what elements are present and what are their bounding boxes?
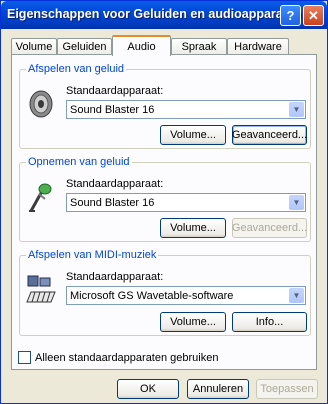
help-button[interactable]: ? bbox=[280, 5, 301, 26]
apply-button: Toepassen bbox=[256, 379, 318, 399]
close-button[interactable]: ✕ bbox=[303, 5, 324, 26]
recording-volume-button[interactable]: Volume... bbox=[160, 218, 226, 238]
ok-button[interactable]: OK bbox=[117, 379, 179, 399]
sound-properties-dialog: Eigenschappen voor Geluiden en audioappa… bbox=[0, 0, 328, 404]
tab-spraak[interactable]: Spraak bbox=[171, 38, 227, 55]
recording-device-select[interactable]: Sound Blaster 16 ▼ bbox=[66, 193, 306, 212]
midi-group-title: Afspelen van MIDI-muziek bbox=[26, 249, 159, 261]
recording-device-value: Sound Blaster 16 bbox=[70, 196, 155, 209]
tab-geluiden[interactable]: Geluiden bbox=[57, 38, 112, 55]
tab-volume[interactable]: Volume bbox=[11, 38, 57, 55]
tab-audio[interactable]: Audio bbox=[112, 35, 171, 56]
midi-volume-button[interactable]: Volume... bbox=[160, 312, 226, 332]
playback-group: Afspelen van geluid Standaardapparaat: S… bbox=[19, 63, 311, 149]
playback-device-select[interactable]: Sound Blaster 16 ▼ bbox=[66, 100, 306, 119]
title-bar[interactable]: Eigenschappen voor Geluiden en audioappa… bbox=[1, 1, 327, 29]
microphone-icon bbox=[29, 183, 52, 212]
chevron-down-icon[interactable]: ▼ bbox=[289, 288, 304, 303]
playback-volume-button[interactable]: Volume... bbox=[160, 125, 226, 145]
chevron-down-icon[interactable]: ▼ bbox=[289, 195, 304, 210]
window-title: Eigenschappen voor Geluiden en audioappa… bbox=[7, 7, 302, 21]
default-devices-only-label: Alleen standaardapparaten gebruiken bbox=[35, 351, 219, 364]
midi-keyboard-icon bbox=[26, 275, 56, 303]
recording-group: Opnemen van geluid Standaardapparaat: So… bbox=[19, 156, 311, 242]
midi-info-button[interactable]: Info... bbox=[232, 312, 307, 332]
recording-device-label: Standaardapparaat: bbox=[66, 178, 164, 190]
audio-tab-panel: Afspelen van geluid Standaardapparaat: S… bbox=[11, 54, 317, 370]
tab-hardware[interactable]: Hardware bbox=[227, 38, 289, 55]
playback-advanced-button[interactable]: Geavanceerd... bbox=[232, 125, 307, 145]
chevron-down-icon[interactable]: ▼ bbox=[289, 102, 304, 117]
playback-device-value: Sound Blaster 16 bbox=[70, 103, 155, 116]
playback-group-title: Afspelen van geluid bbox=[26, 63, 127, 75]
cancel-button[interactable]: Annuleren bbox=[187, 379, 249, 399]
checkbox-box[interactable] bbox=[18, 351, 31, 364]
recording-advanced-button: Geavanceerd... bbox=[232, 218, 307, 238]
speaker-icon bbox=[29, 90, 53, 118]
midi-group: Afspelen van MIDI-muziek Standaardappara… bbox=[19, 249, 311, 336]
default-devices-only-checkbox[interactable]: Alleen standaardapparaten gebruiken bbox=[18, 351, 218, 364]
midi-device-value: Microsoft GS Wavetable-software bbox=[70, 289, 234, 302]
midi-device-select[interactable]: Microsoft GS Wavetable-software ▼ bbox=[66, 286, 306, 305]
playback-device-label: Standaardapparaat: bbox=[66, 85, 164, 97]
midi-device-label: Standaardapparaat: bbox=[66, 271, 164, 283]
recording-group-title: Opnemen van geluid bbox=[26, 156, 132, 168]
